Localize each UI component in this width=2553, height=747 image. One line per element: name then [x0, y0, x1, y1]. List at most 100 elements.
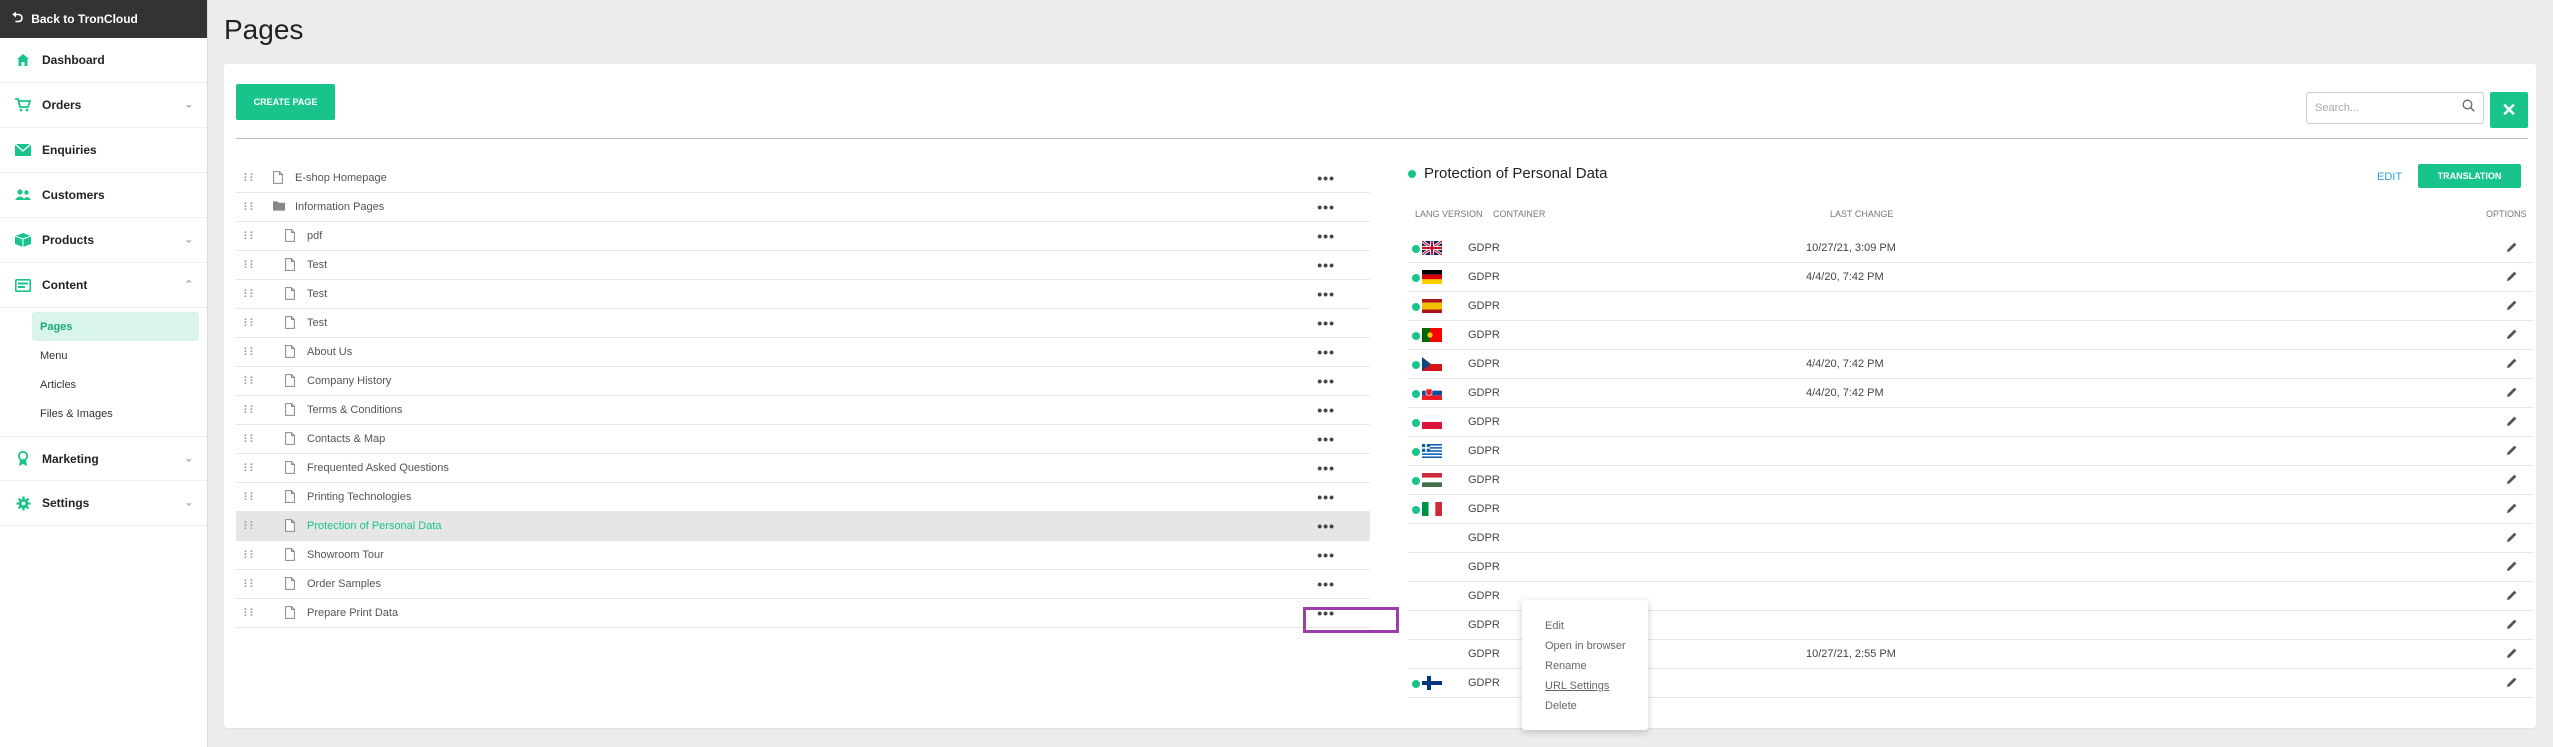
- sidebar-item-settings[interactable]: Settings ⌄: [0, 481, 207, 526]
- drag-handle-icon[interactable]: ⠇⠇: [243, 317, 257, 330]
- sidebar-item-orders[interactable]: Orders ⌄: [0, 83, 207, 128]
- sidebar-item-content[interactable]: Content ⌃: [0, 263, 207, 308]
- tree-row[interactable]: ⠇⠇ Prepare Print Data •••: [236, 599, 1370, 628]
- sidebar-item-dashboard[interactable]: Dashboard: [0, 38, 207, 83]
- tree-row[interactable]: ⠇⠇ Frequented Asked Questions •••: [236, 454, 1370, 483]
- more-options-icon[interactable]: •••: [1317, 576, 1335, 592]
- more-options-icon[interactable]: •••: [1317, 373, 1335, 389]
- pencil-icon[interactable]: [2506, 618, 2518, 630]
- chevron-down-icon: ⌄: [184, 234, 193, 246]
- menu-item-delete[interactable]: Delete: [1522, 696, 1648, 716]
- pencil-icon[interactable]: [2506, 386, 2518, 398]
- tree-row[interactable]: ⠇⠇ About Us •••: [236, 338, 1370, 367]
- drag-handle-icon[interactable]: ⠇⠇: [243, 433, 257, 446]
- more-options-icon[interactable]: •••: [1317, 547, 1335, 563]
- sidebar-subitem-articles[interactable]: Articles: [32, 370, 199, 399]
- pencil-icon[interactable]: [2506, 647, 2518, 659]
- drag-handle-icon[interactable]: ⠇⠇: [243, 491, 257, 504]
- pencil-icon[interactable]: [2506, 560, 2518, 572]
- page-icon: [285, 229, 297, 243]
- tree-row-label: Information Pages: [295, 201, 385, 213]
- drag-handle-icon[interactable]: ⠇⠇: [243, 230, 257, 243]
- pencil-icon[interactable]: [2506, 676, 2518, 688]
- tree-row-label: About Us: [307, 346, 353, 358]
- container-cell: GDPR: [1468, 532, 1500, 544]
- search-input[interactable]: [2315, 102, 2462, 114]
- table-row: GDPR 4/4/20, 7:42 PM: [1408, 350, 2534, 379]
- search-icon[interactable]: [2462, 99, 2475, 117]
- create-page-button[interactable]: CREATE PAGE: [236, 84, 335, 120]
- more-options-icon[interactable]: •••: [1317, 170, 1335, 186]
- pencil-icon[interactable]: [2506, 415, 2518, 427]
- menu-item-rename[interactable]: Rename: [1522, 656, 1648, 676]
- tree-row[interactable]: ⠇⠇ Protection of Personal Data •••: [236, 512, 1370, 541]
- more-options-icon[interactable]: •••: [1317, 489, 1335, 505]
- edit-link[interactable]: EDIT: [2377, 171, 2402, 183]
- sidebar-item-label: Dashboard: [42, 53, 105, 67]
- sidebar-item-products[interactable]: Products ⌄: [0, 218, 207, 263]
- home-icon: [14, 51, 32, 69]
- tree-row-label: Test: [307, 288, 328, 300]
- pencil-icon[interactable]: [2506, 531, 2518, 543]
- status-dot: [1412, 506, 1420, 514]
- menu-item-url-settings[interactable]: URL Settings: [1522, 676, 1648, 696]
- more-options-icon[interactable]: •••: [1317, 431, 1335, 447]
- tree-row[interactable]: ⠇⠇ Information Pages •••: [236, 193, 1370, 222]
- pencil-icon[interactable]: [2506, 299, 2518, 311]
- tree-row[interactable]: ⠇⠇ Test •••: [236, 309, 1370, 338]
- more-options-icon[interactable]: •••: [1317, 460, 1335, 476]
- table-row: GDPR: [1408, 466, 2534, 495]
- tree-row[interactable]: ⠇⠇ Company History •••: [236, 367, 1370, 396]
- pencil-icon[interactable]: [2506, 589, 2518, 601]
- menu-item-edit[interactable]: Edit: [1522, 616, 1648, 636]
- more-options-icon[interactable]: •••: [1317, 518, 1335, 534]
- sidebar-subitem-files-images[interactable]: Files & Images: [32, 399, 199, 428]
- sidebar-item-customers[interactable]: Customers: [0, 173, 207, 218]
- drag-handle-icon[interactable]: ⠇⠇: [243, 201, 257, 214]
- tree-row[interactable]: ⠇⠇ Test •••: [236, 280, 1370, 309]
- tree-row[interactable]: ⠇⠇ Printing Technologies •••: [236, 483, 1370, 512]
- drag-handle-icon[interactable]: ⠇⠇: [243, 259, 257, 272]
- more-options-icon[interactable]: •••: [1317, 257, 1335, 273]
- sidebar-item-enquiries[interactable]: Enquiries: [0, 128, 207, 173]
- drag-handle-icon[interactable]: ⠇⠇: [243, 288, 257, 301]
- tree-row[interactable]: ⠇⠇ Terms & Conditions •••: [236, 396, 1370, 425]
- pencil-icon[interactable]: [2506, 444, 2518, 456]
- pencil-icon[interactable]: [2506, 357, 2518, 369]
- tree-row[interactable]: ⠇⠇ E-shop Homepage •••: [236, 164, 1370, 193]
- translation-button[interactable]: TRANSLATION: [2418, 164, 2521, 188]
- sidebar-item-marketing[interactable]: Marketing ⌄: [0, 436, 207, 481]
- pencil-icon[interactable]: [2506, 270, 2518, 282]
- drag-handle-icon[interactable]: ⠇⠇: [243, 549, 257, 562]
- more-options-icon[interactable]: •••: [1317, 402, 1335, 418]
- drag-handle-icon[interactable]: ⠇⠇: [243, 375, 257, 388]
- drag-handle-icon[interactable]: ⠇⠇: [243, 346, 257, 359]
- drag-handle-icon[interactable]: ⠇⠇: [243, 172, 257, 185]
- close-button[interactable]: ✕: [2490, 92, 2528, 128]
- sidebar-subitem-menu[interactable]: Menu: [32, 341, 199, 370]
- more-options-icon[interactable]: •••: [1317, 228, 1335, 244]
- more-options-icon[interactable]: •••: [1317, 199, 1335, 215]
- header-container: CONTAINER: [1493, 209, 1546, 219]
- pencil-icon[interactable]: [2506, 328, 2518, 340]
- pencil-icon[interactable]: [2506, 473, 2518, 485]
- tree-row[interactable]: ⠇⠇ Test •••: [236, 251, 1370, 280]
- more-options-icon[interactable]: •••: [1317, 315, 1335, 331]
- more-options-icon[interactable]: •••: [1317, 344, 1335, 360]
- pencil-icon[interactable]: [2506, 502, 2518, 514]
- tree-row[interactable]: ⠇⠇ Contacts & Map •••: [236, 425, 1370, 454]
- back-to-troncloud-button[interactable]: ⮌ Back to TronCloud: [0, 0, 207, 38]
- drag-handle-icon[interactable]: ⠇⠇: [243, 520, 257, 533]
- menu-item-open-in-browser[interactable]: Open in browser: [1522, 636, 1648, 656]
- drag-handle-icon[interactable]: ⠇⠇: [243, 462, 257, 475]
- sidebar-subitem-pages[interactable]: Pages: [32, 312, 199, 341]
- more-options-icon[interactable]: •••: [1317, 286, 1335, 302]
- pencil-icon[interactable]: [2506, 241, 2518, 253]
- drag-handle-icon[interactable]: ⠇⠇: [243, 607, 257, 620]
- tree-row[interactable]: ⠇⠇ Order Samples •••: [236, 570, 1370, 599]
- tree-row[interactable]: ⠇⠇ pdf •••: [236, 222, 1370, 251]
- drag-handle-icon[interactable]: ⠇⠇: [243, 578, 257, 591]
- drag-handle-icon[interactable]: ⠇⠇: [243, 404, 257, 417]
- container-cell: GDPR: [1468, 358, 1500, 370]
- tree-row[interactable]: ⠇⠇ Showroom Tour •••: [236, 541, 1370, 570]
